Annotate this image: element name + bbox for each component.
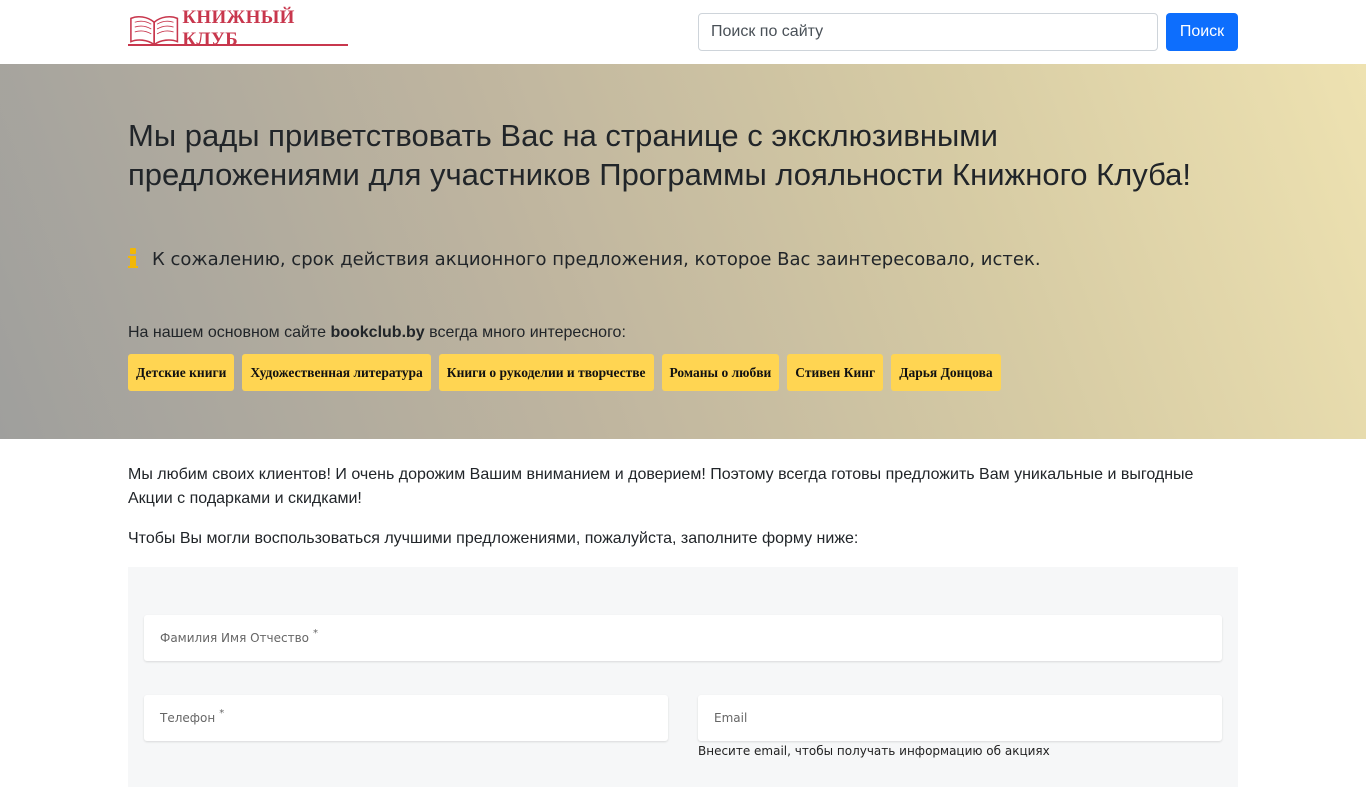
tag-childrens-books[interactable]: Детские книги xyxy=(128,354,235,391)
tag-romance[interactable]: Романы о любви xyxy=(661,354,780,391)
form-invite-paragraph: Чтобы Вы могли воспользоваться лучшими п… xyxy=(128,530,859,547)
fio-label: Фамилия Имя Отчество xyxy=(160,631,310,645)
site-intro: На нашем основном сайте bookclub.by всег… xyxy=(128,324,626,342)
required-mark: * xyxy=(219,707,225,719)
phone-label: Телефон xyxy=(160,711,216,725)
required-mark: * xyxy=(313,627,319,639)
info-icon xyxy=(128,248,138,270)
book-icon xyxy=(130,16,179,47)
search-input[interactable] xyxy=(698,13,1158,51)
main-content: Мы любим своих клиентов! И очень дорожим… xyxy=(128,463,1238,567)
email-label: Email xyxy=(714,711,748,725)
page-title: Мы рады приветствовать Вас на странице с… xyxy=(128,118,1192,192)
hero-banner: Мы рады приветствовать Вас на странице с… xyxy=(0,64,1366,439)
email-hint: Внесите email, чтобы получать информацию… xyxy=(698,744,1050,758)
logo-underline xyxy=(128,44,348,46)
tag-darya-dontsova[interactable]: Дарья Донцова xyxy=(891,354,1001,391)
category-tags: Детские книги Художественная литература … xyxy=(128,354,1001,391)
email-field[interactable]: Email xyxy=(698,695,1222,741)
tag-stephen-king[interactable]: Стивен Кинг xyxy=(787,354,884,391)
signup-form: Фамилия Имя Отчество * Телефон * Email Вне… xyxy=(128,567,1238,787)
search-button[interactable]: Поиск xyxy=(1166,13,1238,51)
notice-text: К сожалению, срок действия акционного пр… xyxy=(152,248,1041,270)
tag-crafts-books[interactable]: Книги о рукоделии и творчестве xyxy=(438,354,654,391)
fio-field[interactable]: Фамилия Имя Отчество * xyxy=(144,615,1222,661)
site-logo[interactable]: КНИЖНЫЙ КЛУБ xyxy=(128,7,350,50)
phone-field[interactable]: Телефон * xyxy=(144,695,668,741)
expired-notice: К сожалению, срок действия акционного пр… xyxy=(128,248,1041,270)
intro-site-link[interactable]: bookclub.by xyxy=(330,324,424,341)
tag-fiction[interactable]: Художественная литература xyxy=(242,354,431,391)
intro-prefix: На нашем основном сайте xyxy=(128,324,331,341)
welcome-paragraph: Мы любим своих клиентов! И очень дорожим… xyxy=(128,466,1194,507)
site-header: КНИЖНЫЙ КЛУБ Поиск xyxy=(0,0,1366,64)
intro-suffix: всегда много интересного: xyxy=(424,324,626,341)
